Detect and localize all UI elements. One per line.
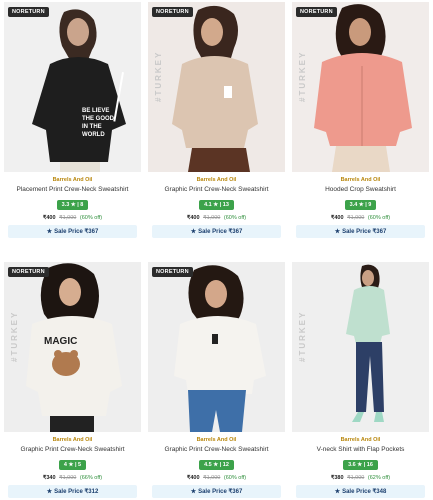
- star-icon: ★: [190, 489, 197, 495]
- product-card[interactable]: NORETURN BE LIEVE THE GOOD IN THE WORLD …: [4, 2, 141, 238]
- product-image[interactable]: NORETURN BE LIEVE THE GOOD IN THE WORLD: [4, 2, 141, 172]
- sale-price-banner: ★ Sale Price ₹367: [152, 225, 281, 238]
- model-photo: MAGIC: [4, 262, 141, 432]
- sale-price-banner: ★ Sale Price ₹348: [296, 485, 425, 498]
- brand-name: Barrels And Oil: [340, 437, 381, 443]
- svg-text:BE LIEVE: BE LIEVE: [82, 108, 109, 114]
- mrp: ₹1,000: [59, 215, 77, 221]
- watermark-text: #TURKEY: [154, 50, 163, 102]
- product-name[interactable]: Graphic Print Crew-Neck Sweatshirt: [148, 446, 285, 453]
- star-icon: ★: [46, 489, 53, 495]
- product-name[interactable]: V-neck Shirt with Flap Pockets: [292, 446, 429, 453]
- rating-badge: 4 ★ | 5: [58, 460, 87, 470]
- rating-badge: 3.4 ★ | 9: [344, 200, 377, 210]
- price: ₹400: [186, 475, 200, 481]
- brand-name: Barrels And Oil: [340, 177, 381, 183]
- rating-badge: 3.6 ★ | 16: [343, 460, 378, 470]
- star-icon: ★: [334, 229, 341, 235]
- svg-text:THE GOOD: THE GOOD: [82, 116, 115, 122]
- product-card[interactable]: NORETURN #TURKEY Barrels And Oil Graphic…: [148, 2, 285, 238]
- product-image[interactable]: #TURKEY: [292, 262, 429, 432]
- discount: (60% off): [223, 215, 247, 221]
- product-name[interactable]: Hooded Crop Sweatshirt: [292, 186, 429, 193]
- price: ₹400: [186, 215, 200, 221]
- brand-name: Barrels And Oil: [52, 437, 93, 443]
- model-photo: BE LIEVE THE GOOD IN THE WORLD: [4, 2, 141, 172]
- product-grid: NORETURN BE LIEVE THE GOOD IN THE WORLD …: [0, 0, 433, 500]
- brand-name: Barrels And Oil: [196, 177, 237, 183]
- noreturn-badge: NORETURN: [296, 7, 337, 17]
- noreturn-badge: NORETURN: [8, 7, 49, 17]
- star-icon: ★: [334, 489, 341, 495]
- sale-price-banner: ★ Sale Price ₹367: [296, 225, 425, 238]
- noreturn-badge: NORETURN: [152, 267, 193, 277]
- sale-price-banner: ★ Sale Price ₹312: [8, 485, 137, 498]
- brand-name: Barrels And Oil: [196, 437, 237, 443]
- rating-badge: 4.5 ★ | 12: [199, 460, 234, 470]
- product-card[interactable]: NORETURN #TURKEY MAGIC Barrels And Oil G…: [4, 262, 141, 498]
- rating-badge: 3.3 ★ | 8: [56, 200, 89, 210]
- svg-text:MAGIC: MAGIC: [44, 336, 77, 347]
- price: ₹380: [330, 475, 344, 481]
- watermark-text: #TURKEY: [298, 310, 307, 362]
- brand-name: Barrels And Oil: [52, 177, 93, 183]
- sale-price-banner: ★ Sale Price ₹367: [152, 485, 281, 498]
- discount: (60% off): [367, 215, 391, 221]
- product-image[interactable]: NORETURN: [148, 262, 285, 432]
- svg-text:WORLD: WORLD: [82, 132, 105, 138]
- price: ₹400: [330, 215, 344, 221]
- mrp: ₹1,000: [203, 475, 221, 481]
- discount: (60% off): [79, 215, 103, 221]
- product-image[interactable]: NORETURN #TURKEY: [148, 2, 285, 172]
- star-icon: ★: [46, 229, 53, 235]
- mrp: ₹1,000: [203, 215, 221, 221]
- product-image[interactable]: NORETURN #TURKEY MAGIC: [4, 262, 141, 432]
- discount: (62% off): [367, 475, 391, 481]
- model-photo: [292, 262, 429, 432]
- product-card[interactable]: NORETURN Barrels And Oil Graphic Print C…: [148, 262, 285, 498]
- model-photo: [148, 262, 285, 432]
- discount: (60% off): [223, 475, 247, 481]
- noreturn-badge: NORETURN: [8, 267, 49, 277]
- product-card[interactable]: NORETURN #TURKEY Barrels And Oil Hooded …: [292, 2, 429, 238]
- product-name[interactable]: Placement Print Crew-Neck Sweatshirt: [4, 186, 141, 193]
- price: ₹400: [42, 215, 56, 221]
- watermark-text: #TURKEY: [298, 50, 307, 102]
- mrp: ₹1,000: [347, 475, 365, 481]
- product-name[interactable]: Graphic Print Crew-Neck Sweatshirt: [148, 186, 285, 193]
- product-image[interactable]: NORETURN #TURKEY: [292, 2, 429, 172]
- discount: (66% off): [79, 475, 103, 481]
- watermark-text: #TURKEY: [10, 310, 19, 362]
- rating-badge: 4.1 ★ | 13: [199, 200, 234, 210]
- product-name[interactable]: Graphic Print Crew-Neck Sweatshirt: [4, 446, 141, 453]
- price: ₹340: [42, 475, 56, 481]
- model-photo: [292, 2, 429, 172]
- star-icon: ★: [190, 229, 197, 235]
- mrp: ₹1,000: [59, 475, 77, 481]
- model-photo: [148, 2, 285, 172]
- noreturn-badge: NORETURN: [152, 7, 193, 17]
- product-card[interactable]: #TURKEY Barrels And Oil V-neck Shirt wit…: [292, 262, 429, 498]
- svg-text:IN THE: IN THE: [82, 124, 102, 130]
- sale-price-banner: ★ Sale Price ₹367: [8, 225, 137, 238]
- mrp: ₹1,000: [347, 215, 365, 221]
